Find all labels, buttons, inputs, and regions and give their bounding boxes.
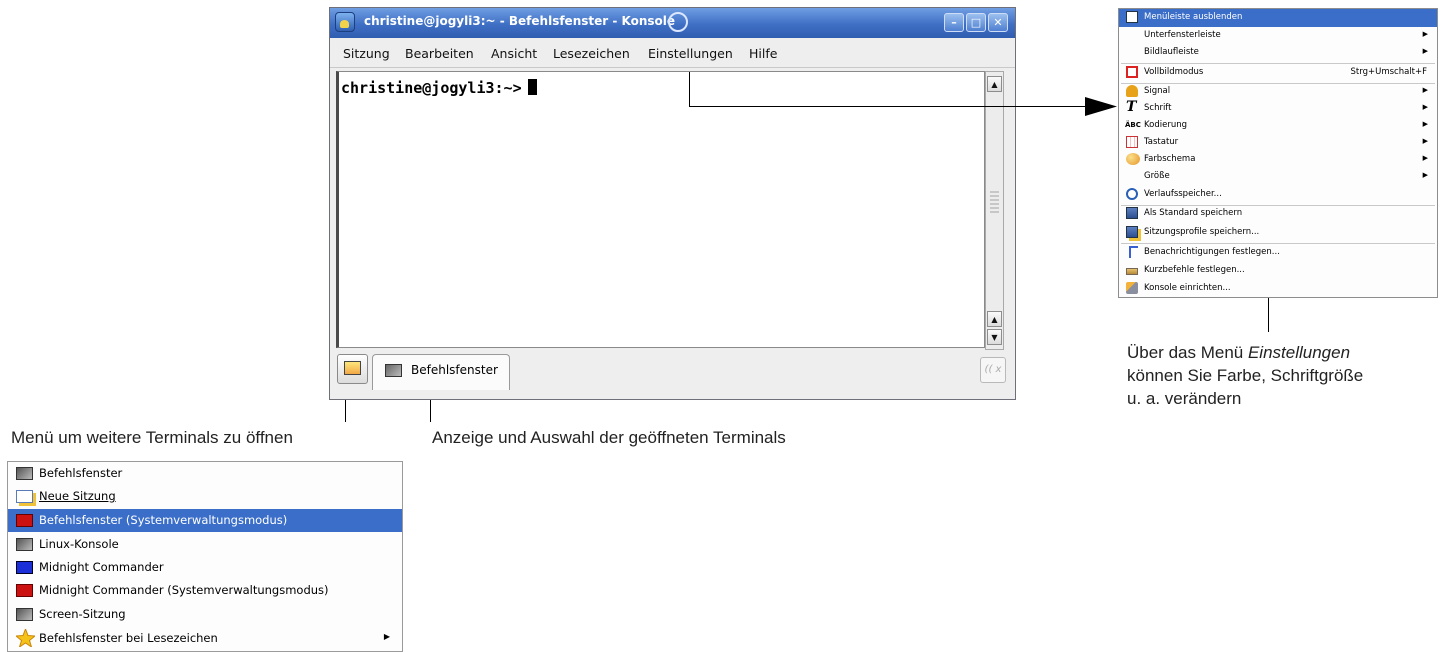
menu-item-colorscheme[interactable]: Farbschema ▶ [1119,151,1437,168]
palette-icon [1126,153,1140,165]
session-menu: Befehlsfenster Neue Sitzung Befehlsfenst… [7,461,403,652]
menu-bearbeiten[interactable]: Bearbeiten [405,46,474,61]
menu-item-tabbar[interactable]: Unterfensterleiste ▶ [1119,27,1437,44]
shell-prompt: christine@jogyli3:~> [341,79,537,97]
fullscreen-icon [1126,66,1138,78]
save-icon [1126,207,1138,219]
menu-sitzung[interactable]: Sitzung [343,46,390,61]
terminal-icon [16,608,33,621]
maximize-button[interactable]: □ [966,13,986,32]
vertical-scrollbar[interactable]: ▲ ▲ ▼ [985,71,1004,350]
scroll-down-button[interactable]: ▼ [987,329,1002,345]
menu-item-size[interactable]: Größe ▶ [1119,168,1437,185]
new-session-icon [16,490,33,503]
shortcut-icon [1126,268,1138,275]
mc-icon [16,561,33,574]
scrollbar-grip[interactable] [990,191,999,213]
settings-callout-line2: können Sie Farbe, Schriftgröße [1127,366,1364,385]
terminal-icon [16,467,33,480]
menu-item-save-default[interactable]: Als Standard speichern [1119,205,1437,222]
menubar-icon [1126,11,1138,23]
submenu-arrow-icon: ▶ [1422,137,1428,145]
menu-ansicht[interactable]: Ansicht [491,46,537,61]
arrow-icon [1085,97,1117,116]
settings-callout-line3: u. a. verändern [1127,389,1242,408]
terminal-area[interactable]: christine@jogyli3:~> [336,71,985,348]
title-bar[interactable]: christine@jogyli3:~ - Befehlsfenster - K… [330,8,1015,38]
menu-bar: Sitzung Bearbeiten Ansicht Lesezeichen E… [330,39,1015,68]
menu-item-screen-session[interactable]: Screen-Sitzung [8,603,402,626]
menu-item-configure[interactable]: Konsole einrichten... [1119,280,1437,297]
tabs-callout: Anzeige und Auswahl der geöffneten Termi… [432,428,786,447]
menu-item-font[interactable]: T Schrift ▶ [1119,100,1437,117]
submenu-arrow-icon: ▶ [1422,30,1428,38]
menu-item-history[interactable]: Verlaufsspeicher... [1119,186,1437,203]
star-icon [16,629,35,647]
submenu-arrow-icon: ▶ [383,632,390,641]
callout-line [430,400,431,422]
tab-befehlsfenster[interactable]: Befehlsfenster [372,354,510,390]
submenu-arrow-icon: ▶ [1422,154,1428,162]
menu-item-shortcuts[interactable]: Kurzbefehle festlegen... [1119,262,1437,279]
terminal-icon [385,364,402,377]
save-profile-icon [1126,226,1138,238]
menu-item-fullscreen[interactable]: Vollbildmodus Strg+Umschalt+F [1119,64,1437,81]
menu-item-hide-menubar[interactable]: Menüleiste ausblenden [1119,9,1437,26]
callout-line [1268,298,1269,332]
menu-item-encoding[interactable]: ÄBC Kodierung ▶ [1119,117,1437,134]
settings-callout-line1: Über das Menü Einstellungen [1127,343,1351,362]
menu-hilfe[interactable]: Hilfe [749,46,777,61]
menu-item-bookmarks[interactable]: Befehlsfenster bei Lesezeichen ▶ [8,627,402,650]
scroll-up-button-lower[interactable]: ▲ [987,311,1002,327]
menu-item-mc-root[interactable]: Midnight Commander (Systemverwaltungsmod… [8,579,402,602]
keyboard-icon [1126,136,1138,148]
window-title: christine@jogyli3:~ - Befehlsfenster - K… [364,14,676,28]
root-terminal-icon [16,514,33,527]
new-session-button[interactable] [337,354,368,384]
submenu-arrow-icon: ▶ [1422,171,1428,179]
bell-icon [1126,85,1138,97]
submenu-arrow-icon: ▶ [1422,103,1428,111]
menu-item-befehlsfenster[interactable]: Befehlsfenster [8,462,402,485]
minimize-button[interactable]: – [944,13,964,32]
menu-item-linux-console[interactable]: Linux-Konsole [8,533,402,556]
menu-lesezeichen[interactable]: Lesezeichen [553,46,630,61]
history-icon [1126,188,1138,200]
root-terminal-icon [16,584,33,597]
konsole-app-icon[interactable] [335,12,355,32]
submenu-arrow-icon: ▶ [1422,86,1428,94]
menu-einstellungen[interactable]: Einstellungen [648,46,733,61]
close-button[interactable]: ✕ [988,13,1008,32]
terminal-icon [16,538,33,551]
tab-bar: Befehlsfenster (( x [332,351,1013,397]
menu-item-save-profile[interactable]: Sitzungsprofile speichern... [1119,224,1437,241]
menu-item-keyboard[interactable]: Tastatur ▶ [1119,134,1437,151]
shortcut-label: Strg+Umschalt+F [1350,67,1428,77]
swirl-icon [668,12,688,32]
encoding-icon: ÄBC [1125,121,1141,129]
settings-menu: Menüleiste ausblenden Unterfensterleiste… [1118,8,1438,298]
connector-line [689,72,690,106]
submenu-arrow-icon: ▶ [1422,47,1428,55]
callout-line [345,400,346,422]
menu-item-signal[interactable]: Signal ▶ [1119,83,1437,100]
tab-label: Befehlsfenster [411,363,498,377]
new-terminal-callout: Menü um weitere Terminals zu öffnen [11,428,293,447]
close-tab-button[interactable]: (( x [980,357,1006,383]
connector-line [689,106,1097,107]
menu-item-notifications[interactable]: Benachrichtigungen festlegen... [1119,244,1437,261]
prompt-text: christine@jogyli3:~> [341,79,522,97]
submenu-arrow-icon: ▶ [1422,120,1428,128]
configure-icon [1126,282,1138,294]
konsole-window: christine@jogyli3:~ - Befehlsfenster - K… [329,7,1016,400]
notification-icon [1129,246,1138,258]
menu-item-scrollbar[interactable]: Bildlaufleiste ▶ [1119,44,1437,61]
menu-item-root-terminal[interactable]: Befehlsfenster (Systemverwaltungsmodus) [8,509,402,532]
text-cursor [527,79,537,95]
font-icon: T [1126,99,1137,115]
scroll-up-button[interactable]: ▲ [987,76,1002,92]
new-session-icon [344,361,361,375]
menu-item-new-session[interactable]: Neue Sitzung [8,485,402,508]
menu-item-midnight-commander[interactable]: Midnight Commander [8,556,402,579]
